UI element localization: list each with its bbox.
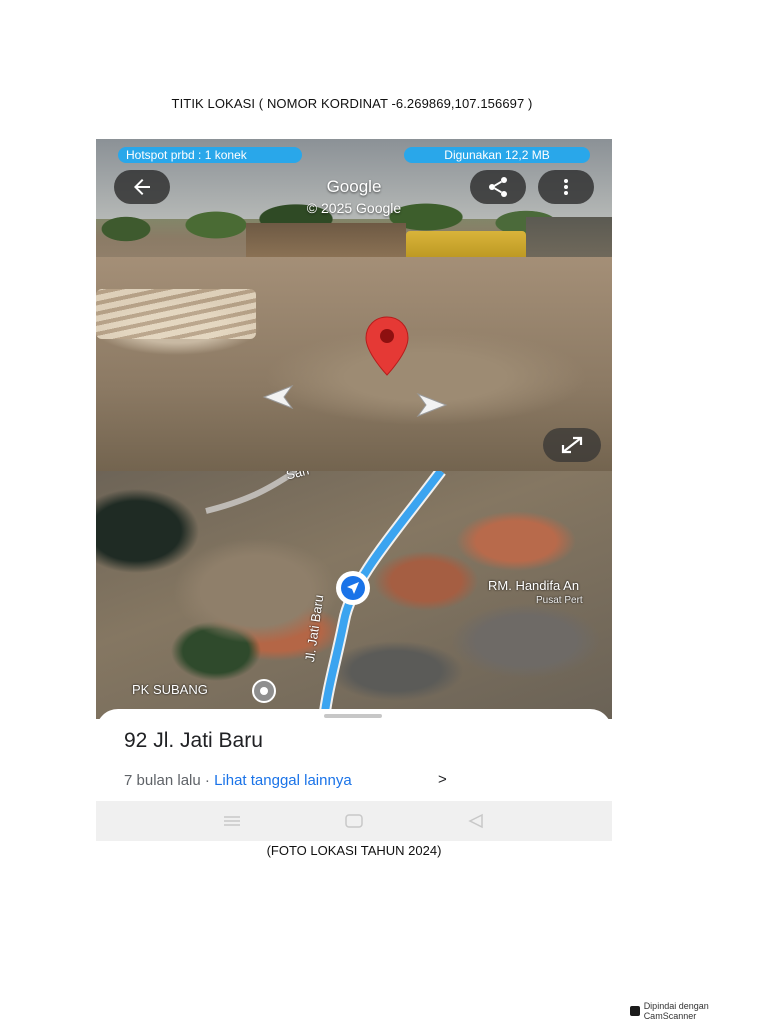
wooden-shed: [246, 223, 406, 257]
wood-pile: [96, 289, 256, 339]
photo-caption: (FOTO LOKASI TAHUN 2024): [266, 843, 442, 858]
share-button[interactable]: [470, 170, 526, 204]
current-location-marker: [336, 571, 370, 605]
share-icon: [489, 177, 507, 197]
street-view-panorama[interactable]: Hotspot prbd : 1 konek Digunakan 12,2 MB…: [96, 139, 612, 471]
nav-right-arrow-icon[interactable]: [416, 392, 450, 418]
place-label-restaurant[interactable]: RM. Handifa An: [488, 578, 579, 593]
place-sublabel: Pusat Pert: [536, 595, 583, 606]
more-options-button[interactable]: [538, 170, 594, 204]
camscanner-logo-icon: [630, 1006, 640, 1016]
expand-icon: [561, 436, 583, 454]
back-nav-icon[interactable]: [466, 813, 486, 829]
nav-left-arrow-icon[interactable]: [260, 384, 294, 410]
hotspot-status: Hotspot prbd : 1 konek: [118, 147, 302, 163]
poi-marker-icon[interactable]: [252, 679, 276, 703]
address-title: 92 Jl. Jati Baru: [124, 729, 263, 752]
imagery-date-row: 7 bulan lalu · Lihat tanggal lainnya: [124, 772, 352, 789]
poi-label-pk-subang[interactable]: PK SUBANG: [132, 682, 208, 697]
phone-screenshot: Hotspot prbd : 1 konek Digunakan 12,2 MB…: [96, 139, 612, 841]
bottom-sheet[interactable]: 92 Jl. Jati Baru 7 bulan lalu · Lihat ta…: [96, 709, 612, 801]
navigation-arrow-icon: [341, 576, 365, 600]
copyright-text: © 2025 Google: [306, 200, 402, 216]
expand-button[interactable]: [543, 428, 601, 462]
system-navigation-bar: [96, 801, 612, 841]
camscanner-badge: Dipindai dengan CamScanner: [630, 1001, 760, 1021]
more-vertical-icon: [564, 179, 568, 195]
sheet-drag-handle[interactable]: [324, 714, 382, 718]
satellite-map[interactable]: Sari Jl. Jati Baru RM. Handifa An Pusat …: [96, 471, 612, 719]
google-brand: Google: [326, 177, 382, 196]
recents-icon[interactable]: [222, 813, 242, 829]
chevron-right-icon[interactable]: >: [438, 771, 447, 788]
home-icon[interactable]: [344, 813, 364, 829]
camscanner-text: Dipindai dengan CamScanner: [643, 1001, 709, 1021]
document-title: TITIK LOKASI ( NOMOR KORDINAT -6.269869,…: [171, 96, 533, 111]
see-other-dates-link[interactable]: Lihat tanggal lainnya: [214, 772, 352, 789]
imagery-age: 7 bulan lalu ·: [124, 772, 215, 789]
data-usage-status: Digunakan 12,2 MB: [404, 147, 590, 163]
location-pin-icon: [365, 316, 409, 376]
